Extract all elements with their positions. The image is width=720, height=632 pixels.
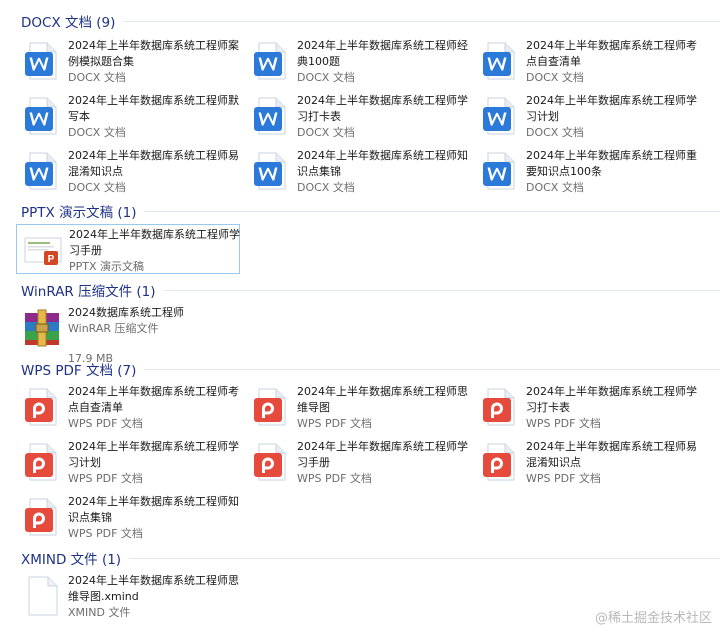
file-item[interactable]: 2024年上半年数据库系统工程师思维导图 WPS PDF 文档 [245,382,469,432]
file-item[interactable]: 2024年上半年数据库系统工程师学习计划 WPS PDF 文档 [16,437,240,487]
group-divider [144,368,720,370]
pdf-file-icon [21,496,63,538]
file-type: WPS PDF 文档 [297,472,372,485]
file-name: 2024数据库系统工程师 [68,306,184,319]
docx-file-icon [479,95,521,137]
group-title: WPS PDF 文档 (7) [21,363,137,379]
docx-file-icon [21,150,63,192]
group-header-pptx[interactable]: PPTX 演示文稿 (1) [0,200,720,222]
file-name: 2024年上半年数据库系统工程师学习计划 [526,94,697,123]
file-name: 2024年上半年数据库系统工程师易混淆知识点 [526,440,697,469]
file-type: DOCX 文档 [68,181,126,194]
file-item[interactable]: 2024年上半年数据库系统工程师学习打卡表 WPS PDF 文档 [474,382,698,432]
pptx-file-icon: P [22,229,64,271]
group-title: XMIND 文件 (1) [21,552,122,568]
file-item[interactable]: 2024年上半年数据库系统工程师学习打卡表 DOCX 文档 [245,91,469,141]
group-header-xmind[interactable]: XMIND 文件 (1) [0,547,720,569]
group-header-rar[interactable]: WinRAR 压缩文件 (1) [0,279,720,301]
file-name: 2024年上半年数据库系统工程师学习手册 [69,228,240,257]
file-item[interactable]: 2024年上半年数据库系统工程师重要知识点100条 DOCX 文档 [474,146,698,196]
file-type: WinRAR 压缩文件 [68,322,159,335]
file-item[interactable]: 2024年上半年数据库系统工程师知识点集锦 WPS PDF 文档 [16,492,240,542]
file-item[interactable]: 2024年上半年数据库系统工程师学习计划 DOCX 文档 [474,91,698,141]
docx-file-icon [479,40,521,82]
file-name: 2024年上半年数据库系统工程师知识点集锦 [297,149,468,178]
file-type: WPS PDF 文档 [526,417,601,430]
pdf-file-icon [479,386,521,428]
file-type: DOCX 文档 [297,181,355,194]
svg-text:P: P [48,254,55,265]
file-type: WPS PDF 文档 [526,472,601,485]
file-type: DOCX 文档 [297,71,355,84]
file-name: 2024年上半年数据库系统工程师默写本 [68,94,239,123]
group-title: WinRAR 压缩文件 (1) [21,284,156,300]
file-name: 2024年上半年数据库系统工程师考点自查清单 [526,39,697,68]
file-item[interactable]: 2024年上半年数据库系统工程师易混淆知识点 DOCX 文档 [16,146,240,196]
file-type: PPTX 演示文稿 [69,260,145,273]
file-item[interactable]: 2024年上半年数据库系统工程师经典100题 DOCX 文档 [245,36,469,86]
file-name: 2024年上半年数据库系统工程师案例模拟题合集 [68,39,239,68]
pdf-file-icon [250,441,292,483]
group-divider [163,289,720,291]
file-name: 2024年上半年数据库系统工程师学习手册 [297,440,468,469]
file-name: 2024年上半年数据库系统工程师学习打卡表 [297,94,468,123]
group-divider [129,557,720,559]
rar-file-icon [21,307,63,349]
file-name: 2024年上半年数据库系统工程师考点自查清单 [68,385,239,414]
docx-file-icon [21,40,63,82]
xmind-file-icon [21,575,63,617]
file-item[interactable]: P 2024年上半年数据库系统工程师学习手册 PPTX 演示文稿 [16,224,240,274]
file-item[interactable]: 2024数据库系统工程师 WinRAR 压缩文件 17.9 MB [16,303,240,365]
file-type: WPS PDF 文档 [68,527,143,540]
docx-file-icon [250,150,292,192]
file-item[interactable]: 2024年上半年数据库系统工程师易混淆知识点 WPS PDF 文档 [474,437,698,487]
file-type: WPS PDF 文档 [297,417,372,430]
group-title: DOCX 文档 (9) [21,15,116,31]
file-type: DOCX 文档 [526,126,584,139]
file-item[interactable]: 2024年上半年数据库系统工程师学习手册 WPS PDF 文档 [245,437,469,487]
file-name: 2024年上半年数据库系统工程师经典100题 [297,39,468,68]
file-name: 2024年上半年数据库系统工程师学习计划 [68,440,239,469]
group-divider [144,210,720,212]
file-name: 2024年上半年数据库系统工程师思维导图.xmind [68,574,239,603]
file-type: XMIND 文件 [68,606,131,619]
group-header-docx[interactable]: DOCX 文档 (9) [0,10,720,32]
docx-file-icon [250,95,292,137]
pdf-file-icon [250,386,292,428]
group-title: PPTX 演示文稿 (1) [21,205,137,221]
file-type: WPS PDF 文档 [68,417,143,430]
file-type: DOCX 文档 [297,126,355,139]
file-type: WPS PDF 文档 [68,472,143,485]
file-type: DOCX 文档 [68,126,126,139]
file-item[interactable]: 2024年上半年数据库系统工程师考点自查清单 DOCX 文档 [474,36,698,86]
file-name: 2024年上半年数据库系统工程师知识点集锦 [68,495,239,524]
group-divider [123,20,720,22]
file-name: 2024年上半年数据库系统工程师学习打卡表 [526,385,697,414]
file-type: DOCX 文档 [526,71,584,84]
file-item[interactable]: 2024年上半年数据库系统工程师案例模拟题合集 DOCX 文档 [16,36,240,86]
file-name: 2024年上半年数据库系统工程师重要知识点100条 [526,149,697,178]
file-item[interactable]: 2024年上半年数据库系统工程师知识点集锦 DOCX 文档 [245,146,469,196]
pdf-file-icon [479,441,521,483]
file-type: DOCX 文档 [68,71,126,84]
docx-file-icon [479,150,521,192]
file-type: DOCX 文档 [526,181,584,194]
file-name: 2024年上半年数据库系统工程师思维导图 [297,385,468,414]
file-item[interactable]: 2024年上半年数据库系统工程师考点自查清单 WPS PDF 文档 [16,382,240,432]
file-item[interactable]: 2024年上半年数据库系统工程师默写本 DOCX 文档 [16,91,240,141]
docx-file-icon [250,40,292,82]
docx-file-icon [21,95,63,137]
file-item[interactable]: 2024年上半年数据库系统工程师思维导图.xmind XMIND 文件 [16,571,240,621]
pdf-file-icon [21,386,63,428]
group-header-pdf[interactable]: WPS PDF 文档 (7) [0,358,720,380]
watermark: @稀土掘金技术社区 [594,611,712,626]
file-name: 2024年上半年数据库系统工程师易混淆知识点 [68,149,239,178]
pdf-file-icon [21,441,63,483]
